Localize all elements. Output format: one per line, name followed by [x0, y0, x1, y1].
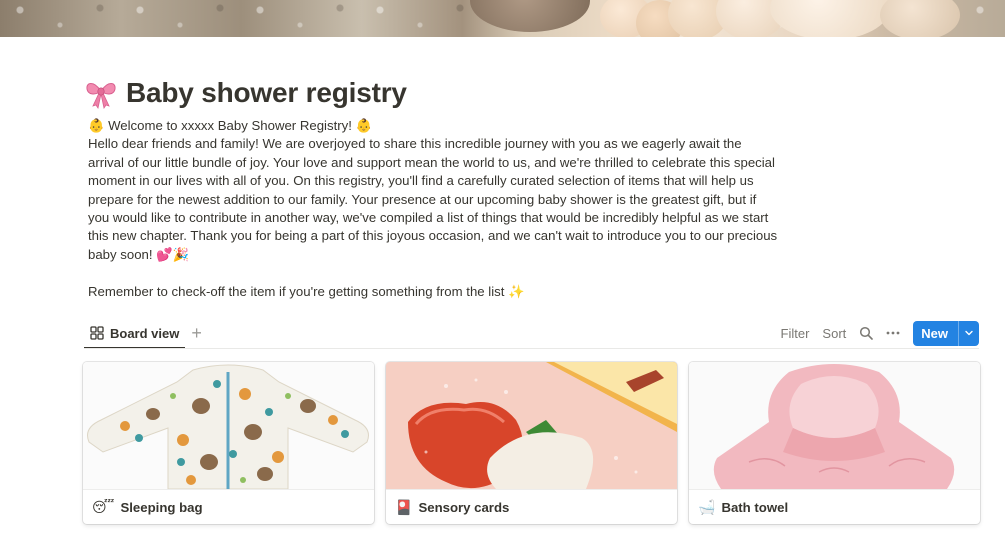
welcome-line[interactable]: 👶 Welcome to xxxxx Baby Shower Registry!… [88, 117, 778, 135]
page-title[interactable]: Baby shower registry [126, 77, 407, 109]
card-title[interactable]: Sensory cards [418, 500, 509, 515]
database-toolbar: Board view + Filter Sort New [84, 318, 979, 349]
intro-paragraph[interactable]: Hello dear friends and family! We are ov… [88, 135, 778, 264]
sleeping-bag-image [83, 362, 374, 489]
new-button-label[interactable]: New [913, 321, 958, 346]
board-card-sensory-cards[interactable]: 🎴 Sensory cards [386, 362, 677, 524]
more-dots-icon[interactable] [886, 326, 900, 340]
empty-block [88, 264, 778, 282]
tab-board-view[interactable]: Board view [84, 318, 186, 349]
sleeping-face-icon: 😴 [92, 499, 115, 515]
flower-playing-cards-icon: 🎴 [395, 499, 413, 515]
card-footer: 🎴 Sensory cards [386, 489, 677, 524]
reminder-text[interactable]: Remember to check-off the item if you're… [88, 283, 778, 301]
filter-button[interactable]: Filter [781, 326, 810, 341]
tab-board-view-label: Board view [110, 325, 180, 341]
sensory-cards-image [386, 362, 677, 489]
page-cover-image[interactable] [0, 0, 1005, 37]
page-description: 👶 Welcome to xxxxx Baby Shower Registry!… [88, 117, 778, 301]
board-card-sleeping-bag[interactable]: 😴 Sleeping bag [83, 362, 374, 524]
new-button[interactable]: New [913, 320, 979, 346]
card-footer: 🛁 Bath towel [689, 489, 980, 524]
bath-towel-image [689, 362, 980, 489]
card-title[interactable]: Sleeping bag [120, 500, 202, 515]
page-title-row: Baby shower registry [84, 76, 407, 110]
board-grid-icon [90, 326, 104, 340]
chevron-down-icon[interactable] [958, 320, 979, 346]
sort-button[interactable]: Sort [822, 326, 846, 341]
cover-balloon [880, 0, 960, 37]
ribbon-bow-icon[interactable] [84, 76, 118, 110]
plus-icon[interactable]: + [191, 318, 202, 348]
toolbar-divider [84, 348, 979, 349]
card-footer: 😴 Sleeping bag [83, 489, 374, 524]
board-card-bath-towel[interactable]: 🛁 Bath towel [689, 362, 980, 524]
search-icon[interactable] [859, 326, 874, 340]
bathtub-icon: 🛁 [698, 499, 716, 515]
card-title[interactable]: Bath towel [721, 500, 788, 515]
